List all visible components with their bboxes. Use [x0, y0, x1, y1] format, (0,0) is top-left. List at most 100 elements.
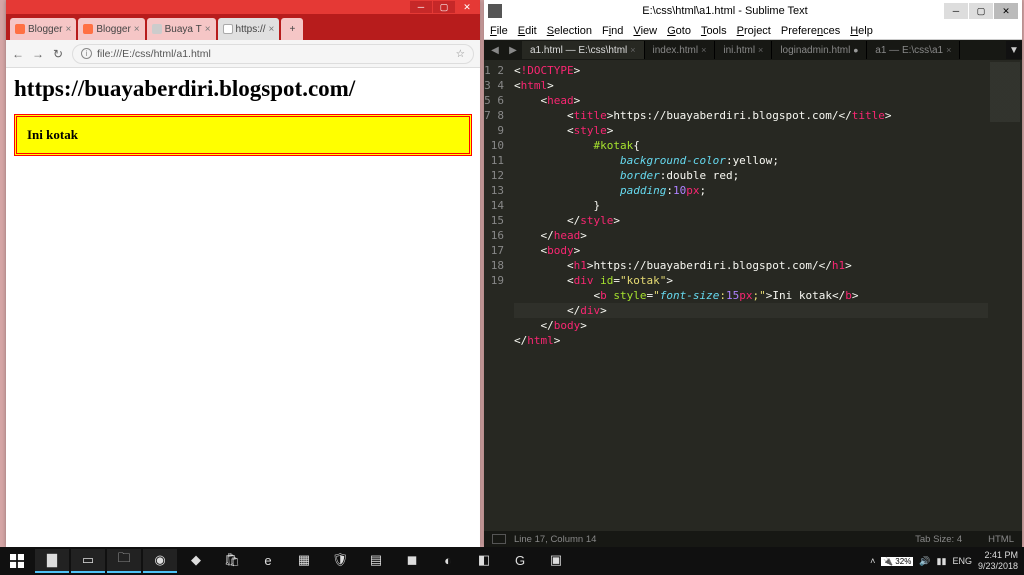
maximize-button[interactable]: ▢ — [433, 1, 455, 13]
back-button[interactable]: ← — [12, 48, 24, 60]
tab-title: https:// — [236, 24, 266, 35]
editor-tab[interactable]: a1 — E:\css\a1 × — [867, 41, 960, 59]
menu-edit[interactable]: Edit — [518, 25, 537, 37]
favicon-icon — [223, 24, 233, 34]
minimap[interactable] — [988, 60, 1022, 531]
start-button[interactable] — [0, 547, 34, 575]
volume-icon[interactable]: 🔊 — [919, 556, 930, 567]
taskbar-item[interactable]: ◧ — [467, 549, 501, 573]
tab-title: Buaya T — [165, 24, 202, 35]
site-info-icon[interactable]: i — [81, 48, 92, 59]
taskbar-item-ie[interactable]: e — [251, 549, 285, 573]
editor-tabstrip: ◀ ▶ a1.html — E:\css\html × index.html ×… — [484, 40, 1022, 60]
menu-goto[interactable]: Goto — [667, 25, 691, 37]
favicon-icon — [152, 24, 162, 34]
page-heading: https://buayaberdiri.blogspot.com/ — [14, 76, 472, 102]
chrome-window-controls: ─ ▢ ✕ — [6, 0, 480, 14]
editor-tab-active[interactable]: a1.html — E:\css\html × — [522, 41, 645, 59]
window-title: E:\css\html\a1.html - Sublime Text — [506, 5, 944, 17]
status-tab-size[interactable]: Tab Size: 4 — [915, 534, 962, 545]
taskbar-item-sublime[interactable]: ▇ — [35, 549, 69, 573]
line-number-gutter: 1 2 3 4 5 6 7 8 9 10 11 12 13 14 15 16 1… — [484, 60, 510, 531]
tab-label: ini.html — [723, 45, 755, 56]
menu-preferences[interactable]: Preferences — [781, 25, 840, 37]
menu-find[interactable]: Find — [602, 25, 623, 37]
taskbar-item[interactable]: ▤ — [359, 549, 393, 573]
menu-selection[interactable]: Selection — [547, 25, 592, 37]
clock[interactable]: 2:41 PM 9/23/2018 — [978, 550, 1018, 572]
status-panel-icon[interactable] — [492, 534, 506, 544]
favicon-icon — [15, 24, 25, 34]
tab-label: a1.html — E:\css\html — [530, 45, 627, 56]
app-icon — [488, 4, 502, 18]
taskbar-item[interactable]: ◆ — [179, 549, 213, 573]
reload-button[interactable]: ↻ — [52, 48, 64, 60]
taskbar-item-chrome[interactable]: ◉ — [143, 549, 177, 573]
editor-tab[interactable]: ini.html × — [715, 41, 772, 59]
taskbar-item[interactable]: ▣ — [539, 549, 573, 573]
status-cursor-position[interactable]: Line 17, Column 14 — [514, 534, 596, 545]
taskbar-item-firefox[interactable]: ◐ — [431, 549, 465, 573]
close-tab-icon[interactable]: × — [758, 45, 763, 55]
forward-button[interactable]: → — [32, 48, 44, 60]
taskbar-item-explorer[interactable]: 🗀 — [107, 549, 141, 573]
code-editor[interactable]: <!DOCTYPE><html> <head> <title>https://b… — [510, 60, 988, 531]
browser-toolbar: ← → ↻ i file:///E:/css/html/a1.html ☆ — [6, 40, 480, 68]
chrome-window: ─ ▢ ✕ Blogger × Blogger × Buaya T × http… — [6, 0, 480, 547]
taskbar-item-nox[interactable]: ◼ — [395, 549, 429, 573]
tray-chevron-up-icon[interactable]: ˄ — [870, 556, 875, 566]
tab-history-back-icon[interactable]: ◀ — [486, 45, 504, 56]
close-tab-icon[interactable]: × — [630, 45, 635, 55]
taskbar-item-garena[interactable]: G — [503, 549, 537, 573]
url-text: file:///E:/css/html/a1.html — [97, 48, 211, 60]
close-button[interactable]: ✕ — [456, 1, 478, 13]
kotak-box: Ini kotak — [14, 114, 472, 156]
menu-view[interactable]: View — [633, 25, 657, 37]
close-tab-icon[interactable]: × — [134, 24, 140, 35]
status-syntax[interactable]: HTML — [988, 534, 1014, 545]
minimize-button[interactable]: ─ — [410, 1, 432, 13]
menu-file[interactable]: File — [490, 25, 508, 37]
tab-menu-caret-icon[interactable]: ▼ — [1006, 41, 1022, 59]
network-icon[interactable]: ▮▮ — [937, 556, 947, 567]
page-viewport: https://buayaberdiri.blogspot.com/ Ini k… — [6, 68, 480, 547]
close-button[interactable]: ✕ — [994, 3, 1018, 19]
battery-indicator[interactable]: 🔌32% — [881, 557, 913, 566]
browser-tab[interactable]: Blogger × — [78, 18, 144, 40]
tab-label: index.html — [653, 45, 699, 56]
new-tab-button[interactable]: + — [281, 18, 303, 40]
address-bar[interactable]: i file:///E:/css/html/a1.html ☆ — [72, 44, 474, 64]
close-tab-icon[interactable]: × — [946, 45, 951, 55]
tab-history-fwd-icon[interactable]: ▶ — [504, 45, 522, 56]
browser-tab[interactable]: Blogger × — [10, 18, 76, 40]
taskbar-item-cmd[interactable]: ▭ — [71, 549, 105, 573]
input-language[interactable]: ENG — [952, 556, 972, 566]
close-tab-icon[interactable]: × — [205, 24, 211, 35]
clock-time: 2:41 PM — [978, 550, 1018, 561]
minimize-button[interactable]: ─ — [944, 3, 968, 19]
system-tray: ˄ 🔌32% 🔊 ▮▮ ENG 2:41 PM 9/23/2018 — [870, 550, 1024, 572]
menu-project[interactable]: Project — [737, 25, 771, 37]
close-tab-icon[interactable]: × — [701, 45, 706, 55]
menu-tools[interactable]: Tools — [701, 25, 727, 37]
maximize-button[interactable]: ▢ — [969, 3, 993, 19]
taskbar-item-security[interactable]: 🛡 — [323, 549, 357, 573]
tab-label: a1 — E:\css\a1 — [875, 45, 943, 56]
editor-tab[interactable]: index.html × — [645, 41, 716, 59]
bookmark-star-icon[interactable]: ☆ — [456, 48, 465, 60]
sublime-titlebar: E:\css\html\a1.html - Sublime Text ─ ▢ ✕ — [484, 0, 1022, 22]
editor-tab[interactable]: loginadmin.html • — [772, 41, 867, 59]
taskbar-item-store[interactable]: 🛍 — [215, 549, 249, 573]
taskbar-item[interactable]: ▦ — [287, 549, 321, 573]
minimap-viewport[interactable] — [990, 62, 1020, 122]
browser-tab-active[interactable]: https:// × — [218, 18, 280, 40]
kotak-text: Ini kotak — [27, 127, 78, 142]
close-tab-icon[interactable]: × — [65, 24, 71, 35]
menu-help[interactable]: Help — [850, 25, 873, 37]
tab-label: loginadmin.html — [780, 45, 850, 56]
browser-tab[interactable]: Buaya T × — [147, 18, 216, 40]
tab-title: Blogger — [96, 24, 130, 35]
menu-bar: File Edit Selection Find View Goto Tools… — [484, 22, 1022, 40]
clock-date: 9/23/2018 — [978, 561, 1018, 572]
close-tab-icon[interactable]: × — [269, 24, 275, 35]
